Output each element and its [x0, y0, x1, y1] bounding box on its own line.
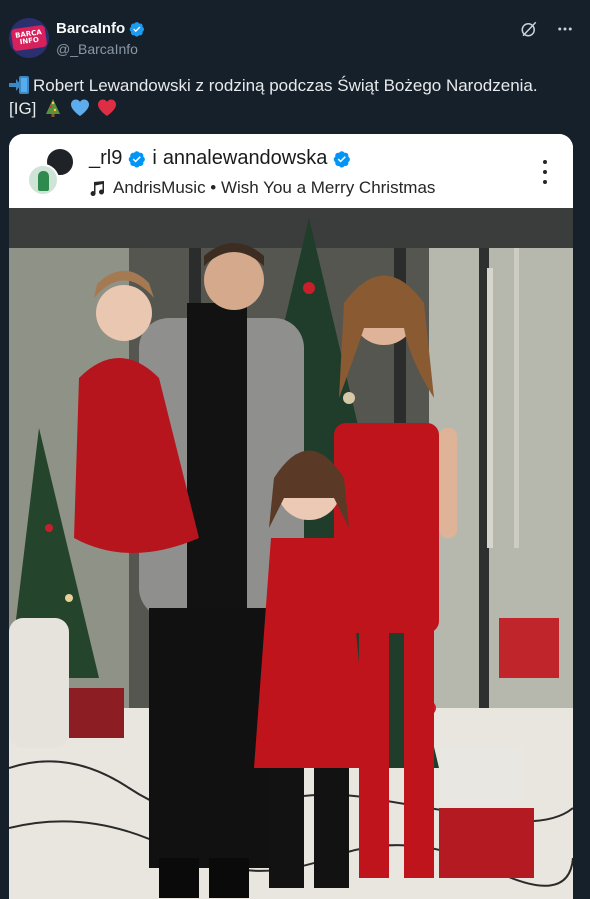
author-name-row: BarcaInfo: [56, 20, 145, 37]
grok-icon[interactable]: [520, 20, 538, 38]
ig-avatar-annalewandowska: [27, 164, 59, 196]
barcainfo-logo: BARCA INFO: [10, 24, 48, 52]
tweet-text-line1: Robert Lewandowski z rodziną podczas Świ…: [33, 76, 538, 95]
author-display-name[interactable]: BarcaInfo: [56, 20, 125, 37]
family-christmas-photo: [9, 208, 573, 899]
red-heart-emoji: [97, 99, 116, 116]
verified-badge-icon: [129, 150, 146, 167]
tweet-text: Robert Lewandowski z rodziną podczas Świ…: [9, 74, 579, 120]
verified-badge-icon: [129, 21, 145, 37]
tweet-text-line2-row: [IG]: [9, 97, 579, 120]
blue-heart-emoji: [70, 99, 89, 116]
ig-user2: annalewandowska: [162, 147, 328, 169]
header-actions: [520, 20, 574, 38]
more-icon[interactable]: [556, 20, 574, 38]
ig-connector: i: [152, 147, 157, 169]
tweet-media[interactable]: _rl9 i annalewandowska AndrisMusic • Wis…: [9, 134, 573, 899]
author-avatar[interactable]: BARCA INFO: [9, 18, 49, 58]
instagram-post-header: _rl9 i annalewandowska AndrisMusic • Wis…: [9, 134, 573, 208]
ig-music-row: AndrisMusic • Wish You a Merry Christmas: [89, 178, 435, 198]
avatar-logo-text: BARCA INFO: [14, 28, 43, 47]
ig-music-text: AndrisMusic • Wish You a Merry Christmas: [113, 178, 436, 197]
ig-authors: _rl9 i annalewandowska: [89, 147, 351, 170]
tweet-text-line2: [IG]: [9, 99, 37, 118]
ig-user1: _rl9: [89, 147, 123, 169]
arrow-right-emoji: [9, 76, 29, 94]
verified-badge-icon: [334, 150, 351, 167]
author-handle[interactable]: @_BarcaInfo: [56, 41, 138, 57]
christmas-tree-emoji: [46, 99, 61, 117]
more-vertical-icon: [543, 160, 549, 184]
tweet[interactable]: BARCA INFO BarcaInfo @_BarcaInfo Robert …: [0, 0, 590, 899]
music-note-icon: [90, 181, 104, 196]
